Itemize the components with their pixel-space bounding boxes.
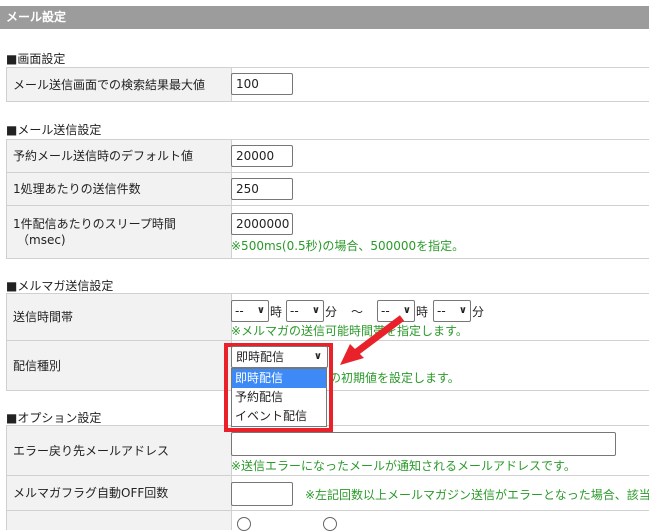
chevron-down-icon: ∨ <box>458 305 467 316</box>
row-batch-count: 1処理あたりの送信件数 250 <box>6 172 649 205</box>
sleep-note: ※500ms(0.5秒)の場合、500000を指定。 <box>231 239 465 253</box>
default-value-input[interactable]: 20000 <box>231 145 293 167</box>
radio-button[interactable] <box>237 517 251 531</box>
hour-unit: 時 <box>416 305 429 319</box>
chevron-down-icon: ∨ <box>313 351 322 362</box>
row-default-value: 予約メール送信時のデフォルト値 20000 <box>6 139 649 172</box>
radio-button[interactable] <box>323 517 337 531</box>
row-send-time: 送信時間帯 -- ∨ 時 -- ∨ 分 ～ -- ∨ 時 -- ∨ 分 ※メルマガの送信… <box>6 293 649 340</box>
end-min-select[interactable]: -- ∨ <box>433 300 471 322</box>
label: 1処理あたりの送信件数 <box>7 173 232 205</box>
option-immediate[interactable]: 即時配信 <box>232 369 326 388</box>
section-title-screen: ■画面設定 <box>6 52 66 66</box>
search-max-input[interactable]: 100 <box>231 73 293 95</box>
auto-off-note: ※左記回数以上メールマガジン送信がエラーとなった場合、該当 <box>305 488 649 502</box>
label: 配信種別 <box>7 341 232 390</box>
label: メール送信画面での検索結果最大値 <box>7 68 232 101</box>
chevron-down-icon: ∨ <box>311 305 320 316</box>
row-error-address: エラー戻り先メールアドレス ※送信エラーになったメールが通知されるメールアドレス… <box>6 425 649 475</box>
page-header: メール設定 <box>0 6 649 29</box>
option-event[interactable]: イベント配信 <box>232 407 326 426</box>
arrow-icon <box>340 315 405 365</box>
row-sleep-time: 1件配信あたりのスリープ時間 （msec) 2000000 ※500ms(0.5… <box>6 205 649 258</box>
row-auto-off-count: メルマガフラグ自動OFF回数 ※左記回数以上メールマガジン送信がエラーとなった場… <box>6 475 649 510</box>
row-partial <box>6 510 649 531</box>
sleep-time-input[interactable]: 2000000 <box>231 213 293 235</box>
label <box>7 511 232 530</box>
error-address-note: ※送信エラーになったメールが通知されるメールアドレスです。 <box>231 459 576 473</box>
delivery-type-note: の初期値を設定します。 <box>329 371 460 385</box>
row-search-max: メール送信画面での検索結果最大値 100 <box>6 67 649 101</box>
error-address-input[interactable] <box>231 432 616 456</box>
label: 送信時間帯 <box>7 294 232 340</box>
label: 1件配信あたりのスリープ時間 （msec) <box>7 206 232 258</box>
delivery-type-select[interactable]: 即時配信 ∨ <box>231 346 328 368</box>
section-title-mail: ■メール送信設定 <box>6 123 102 137</box>
auto-off-count-input[interactable] <box>231 482 293 506</box>
batch-count-input[interactable]: 250 <box>231 178 293 200</box>
label: エラー戻り先メールアドレス <box>7 426 232 475</box>
option-scheduled[interactable]: 予約配信 <box>232 388 326 407</box>
label-text: 1件配信あたりのスリープ時間 <box>13 217 176 231</box>
delivery-type-options: 即時配信 予約配信 イベント配信 <box>231 368 327 427</box>
hour-unit: 時 <box>270 305 283 319</box>
start-hour-select[interactable]: -- ∨ <box>231 300 269 322</box>
section-title-option: ■オプション設定 <box>6 411 102 425</box>
section-title-magazine: ■メルマガ送信設定 <box>6 279 114 293</box>
label: メルマガフラグ自動OFF回数 <box>7 476 232 510</box>
chevron-down-icon: ∨ <box>256 305 265 316</box>
label-unit: （msec) <box>17 233 66 247</box>
min-unit: 分 <box>472 305 485 319</box>
selected-value: 即時配信 <box>236 350 285 364</box>
label: 予約メール送信時のデフォルト値 <box>7 140 232 172</box>
start-min-select[interactable]: -- ∨ <box>286 300 324 322</box>
